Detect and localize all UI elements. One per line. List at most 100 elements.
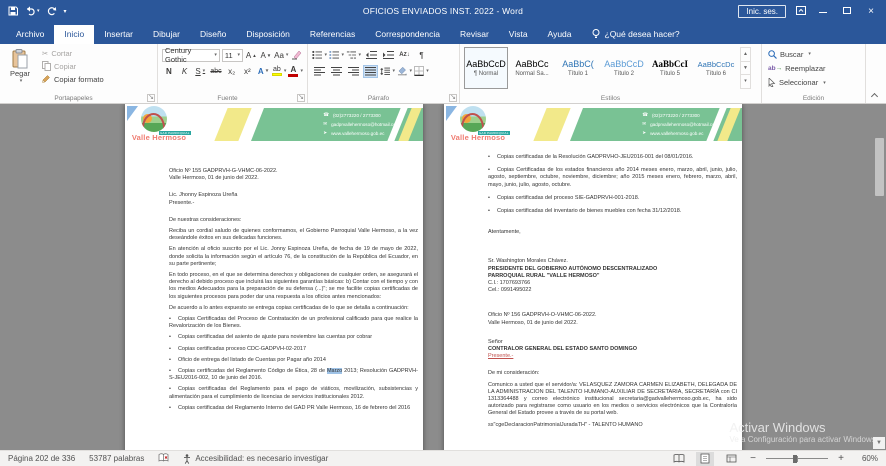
shrink-font-button[interactable]: A▼ (260, 49, 273, 62)
numbering-icon[interactable] (329, 49, 344, 62)
cut-button[interactable]: ✂Cortar (40, 48, 106, 59)
clipboard-dialog-launcher-icon[interactable]: ↘ (147, 94, 155, 102)
tab-correspondencia[interactable]: Correspondencia (365, 25, 450, 44)
format-painter-button[interactable]: Copiar formato (40, 73, 106, 85)
change-case-button[interactable]: Aa (274, 49, 288, 62)
align-center-icon[interactable] (329, 65, 344, 78)
highlight-color-button[interactable]: ab (272, 65, 287, 78)
style-normal[interactable]: AaBbCcD ¶ Normal (464, 47, 508, 89)
font-color-button[interactable]: A (288, 65, 303, 78)
web-layout-icon[interactable] (722, 452, 740, 466)
title-bar: ▾ ▾ OFICIOS ENVIADOS INST. 2022 - Word I… (0, 0, 886, 22)
font-name-combobox[interactable]: Century Gothic▾ (162, 49, 220, 62)
close-button[interactable]: × (864, 6, 878, 17)
page-indicator[interactable]: Página 202 de 336 (8, 454, 75, 463)
find-button[interactable]: Buscar (766, 47, 861, 61)
increase-indent-icon[interactable] (380, 49, 395, 62)
style-titulo-6[interactable]: AaBbCcDc Título 6 (694, 47, 738, 89)
phone-icon: ☎ (323, 111, 329, 120)
tab-vista[interactable]: Vista (499, 25, 538, 44)
borders-icon[interactable] (414, 65, 429, 78)
shading-icon[interactable] (397, 65, 412, 78)
tab-revisar[interactable]: Revisar (450, 25, 499, 44)
scrollbar-thumb[interactable] (875, 138, 884, 196)
sort-icon[interactable]: AZ↓ (397, 49, 412, 62)
document-canvas[interactable]: Valle Hermoso GAD PARROQUIAL ☎(02)277322… (0, 104, 886, 450)
letter-body: Oficio Nº 155 GADPRVH-G-VHMC-06-2022. Va… (125, 148, 423, 412)
word-count[interactable]: 53787 palabras (89, 454, 144, 463)
tab-disposicion[interactable]: Disposición (236, 25, 299, 44)
accessibility-status[interactable]: Accesibilidad: es necesario investigar (183, 454, 328, 464)
zoom-level[interactable]: 60% (854, 454, 878, 463)
style-titulo-1[interactable]: AaBbC( Título 1 (556, 47, 600, 89)
multilevel-list-icon[interactable] (346, 49, 361, 62)
styles-scroll-down-icon[interactable]: ▼ (741, 61, 750, 75)
save-icon[interactable] (8, 6, 18, 16)
print-layout-icon[interactable] (696, 452, 714, 466)
text-effects-button[interactable]: A (256, 65, 270, 78)
subscript-button[interactable]: x₂ (225, 65, 239, 78)
show-paragraph-marks-icon[interactable]: ¶ (414, 49, 429, 62)
copy-button[interactable]: Copiar (40, 60, 106, 72)
select-button[interactable]: Seleccionar (766, 76, 861, 90)
tab-diseno[interactable]: Diseño (190, 25, 236, 44)
tell-me-box[interactable]: ¿Qué desea hacer? (582, 25, 690, 44)
salutation: De nuestras consideraciones: (169, 217, 418, 224)
oficio-date: Valle Hermoso, 01 de junio del 2022. (488, 320, 737, 327)
bold-button[interactable]: N (162, 65, 176, 78)
proofing-icon[interactable] (158, 453, 169, 465)
style-normal-sa[interactable]: AaBbCc Normal Sa... (510, 47, 554, 89)
oficio-number: Oficio Nº 156 GADPRVH-O-VHMC-06-2022. (488, 312, 737, 319)
font-dialog-launcher-icon[interactable]: ↘ (297, 94, 305, 102)
style-titulo-2[interactable]: AaBbCcD Título 2 (602, 47, 646, 89)
collapse-ribbon-icon[interactable] (871, 92, 878, 99)
justify-icon[interactable] (363, 65, 378, 78)
paste-button[interactable]: Pegar (4, 47, 36, 90)
superscript-button[interactable]: x² (241, 65, 255, 78)
styles-more-icon[interactable]: ▾ (741, 74, 750, 88)
align-right-icon[interactable] (346, 65, 361, 78)
lightbulb-icon (592, 29, 600, 39)
underline-button[interactable]: S (193, 65, 207, 78)
align-left-icon[interactable] (312, 65, 327, 78)
decrease-indent-icon[interactable] (363, 49, 378, 62)
bullets-icon[interactable] (312, 49, 327, 62)
tab-ayuda[interactable]: Ayuda (538, 25, 582, 44)
zoom-in-button[interactable]: + (836, 453, 846, 464)
styles-gallery-scrollbar[interactable]: ▲ ▼ ▾ (740, 47, 751, 89)
tab-archivo[interactable]: Archivo (6, 25, 54, 44)
zoom-out-button[interactable]: − (748, 453, 758, 464)
vertical-scrollbar[interactable]: ▼ (873, 104, 886, 450)
tab-insertar[interactable]: Insertar (94, 25, 143, 44)
line-spacing-icon[interactable] (380, 65, 395, 78)
replace-button[interactable]: ab→Reemplazar (766, 61, 861, 75)
page-left[interactable]: Valle Hermoso GAD PARROQUIAL ☎(02)277322… (125, 104, 423, 450)
style-titulo-5[interactable]: AaBbCcI Título 5 (648, 47, 692, 89)
customize-qat-icon[interactable]: ▾ (64, 8, 67, 15)
ribbon-display-options-icon[interactable] (796, 2, 806, 20)
page-right[interactable]: Valle Hermoso GAD PARROQUIAL ☎(02)277322… (444, 104, 742, 450)
styles-scroll-up-icon[interactable]: ▲ (741, 48, 750, 61)
zoom-slider-thumb[interactable] (793, 455, 797, 463)
scroll-down-icon[interactable]: ▼ (873, 437, 885, 449)
redo-icon[interactable] (47, 6, 57, 16)
minimize-button[interactable] (816, 6, 830, 17)
tab-referencias[interactable]: Referencias (300, 25, 365, 44)
tab-inicio[interactable]: Inicio (54, 25, 94, 44)
undo-icon[interactable]: ▾ (25, 6, 40, 16)
read-mode-icon[interactable] (670, 452, 688, 466)
sign-in-button[interactable]: Inic. ses. (738, 5, 786, 18)
grow-font-button[interactable]: A▲ (245, 49, 258, 62)
paragraph-dialog-launcher-icon[interactable]: ↘ (449, 94, 457, 102)
font-size-combobox[interactable]: 11▾ (222, 49, 243, 62)
zoom-slider[interactable] (766, 454, 828, 464)
restore-button[interactable] (840, 6, 854, 17)
strikethrough-button[interactable]: abc (209, 65, 223, 78)
letterhead-green-band: ☎(02)2773220 / 2773300 ✉gadprvallehermos… (570, 108, 742, 141)
addressee: Lic. Jhonny Espinoza Ureña (169, 192, 418, 199)
italic-button[interactable]: K (178, 65, 192, 78)
letterhead-yellow-stripe (214, 108, 251, 141)
clear-formatting-icon[interactable] (290, 49, 303, 62)
tab-dibujar[interactable]: Dibujar (143, 25, 190, 44)
bullet-item: •Copias certificadas del inventario de b… (488, 208, 737, 215)
